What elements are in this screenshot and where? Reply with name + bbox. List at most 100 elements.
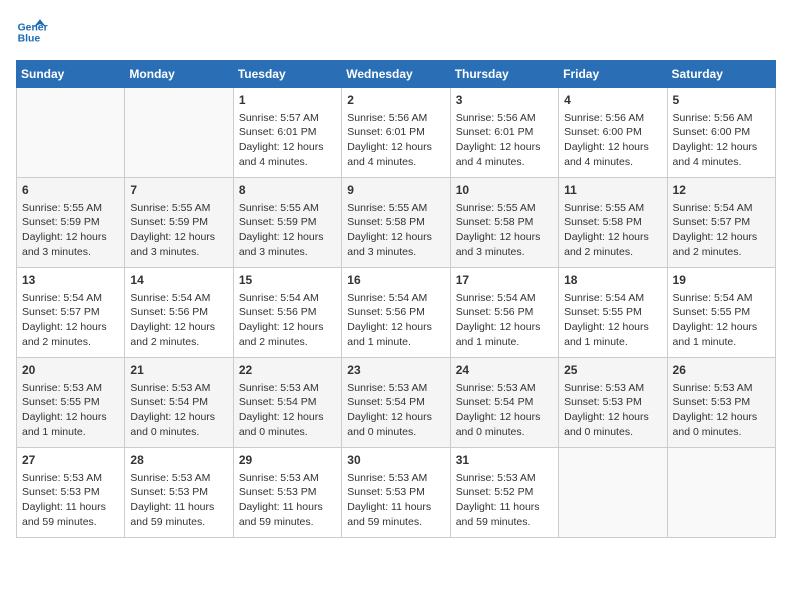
sunset-text: Sunset: 5:56 PM	[239, 305, 336, 320]
day-number: 17	[456, 272, 553, 289]
day-number: 6	[22, 182, 119, 199]
svg-text:Blue: Blue	[18, 34, 41, 45]
calendar-cell	[667, 448, 775, 538]
daylight-text: Daylight: 12 hours and 2 minutes.	[22, 320, 119, 349]
calendar-cell: 1Sunrise: 5:57 AMSunset: 6:01 PMDaylight…	[233, 88, 341, 178]
calendar-cell: 28Sunrise: 5:53 AMSunset: 5:53 PMDayligh…	[125, 448, 233, 538]
day-number: 22	[239, 362, 336, 379]
sunset-text: Sunset: 5:58 PM	[564, 215, 661, 230]
sunrise-text: Sunrise: 5:53 AM	[130, 471, 227, 486]
day-number: 8	[239, 182, 336, 199]
sunset-text: Sunset: 5:59 PM	[22, 215, 119, 230]
sunset-text: Sunset: 5:55 PM	[22, 395, 119, 410]
sunset-text: Sunset: 5:59 PM	[130, 215, 227, 230]
sunrise-text: Sunrise: 5:54 AM	[673, 291, 770, 306]
day-header-wednesday: Wednesday	[342, 61, 450, 88]
calendar-cell: 31Sunrise: 5:53 AMSunset: 5:52 PMDayligh…	[450, 448, 558, 538]
calendar-week-5: 27Sunrise: 5:53 AMSunset: 5:53 PMDayligh…	[17, 448, 776, 538]
sunset-text: Sunset: 6:01 PM	[347, 125, 444, 140]
day-number: 28	[130, 452, 227, 469]
sunset-text: Sunset: 5:54 PM	[239, 395, 336, 410]
daylight-text: Daylight: 12 hours and 1 minute.	[673, 320, 770, 349]
sunrise-text: Sunrise: 5:53 AM	[130, 381, 227, 396]
day-number: 25	[564, 362, 661, 379]
sunset-text: Sunset: 5:54 PM	[130, 395, 227, 410]
daylight-text: Daylight: 12 hours and 3 minutes.	[347, 230, 444, 259]
day-number: 24	[456, 362, 553, 379]
sunset-text: Sunset: 5:57 PM	[673, 215, 770, 230]
day-number: 20	[22, 362, 119, 379]
day-number: 19	[673, 272, 770, 289]
day-number: 13	[22, 272, 119, 289]
sunrise-text: Sunrise: 5:55 AM	[239, 201, 336, 216]
day-number: 16	[347, 272, 444, 289]
sunrise-text: Sunrise: 5:54 AM	[239, 291, 336, 306]
day-number: 31	[456, 452, 553, 469]
sunrise-text: Sunrise: 5:55 AM	[564, 201, 661, 216]
calendar-cell: 18Sunrise: 5:54 AMSunset: 5:55 PMDayligh…	[559, 268, 667, 358]
daylight-text: Daylight: 11 hours and 59 minutes.	[22, 500, 119, 529]
sunset-text: Sunset: 5:54 PM	[456, 395, 553, 410]
calendar-cell: 5Sunrise: 5:56 AMSunset: 6:00 PMDaylight…	[667, 88, 775, 178]
sunrise-text: Sunrise: 5:55 AM	[456, 201, 553, 216]
daylight-text: Daylight: 12 hours and 1 minute.	[564, 320, 661, 349]
daylight-text: Daylight: 12 hours and 3 minutes.	[130, 230, 227, 259]
sunset-text: Sunset: 5:53 PM	[564, 395, 661, 410]
daylight-text: Daylight: 12 hours and 2 minutes.	[564, 230, 661, 259]
daylight-text: Daylight: 11 hours and 59 minutes.	[456, 500, 553, 529]
sunset-text: Sunset: 5:56 PM	[347, 305, 444, 320]
calendar-cell: 10Sunrise: 5:55 AMSunset: 5:58 PMDayligh…	[450, 178, 558, 268]
sunrise-text: Sunrise: 5:54 AM	[673, 201, 770, 216]
sunset-text: Sunset: 6:01 PM	[456, 125, 553, 140]
sunrise-text: Sunrise: 5:55 AM	[130, 201, 227, 216]
calendar-table: SundayMondayTuesdayWednesdayThursdayFrid…	[16, 60, 776, 538]
daylight-text: Daylight: 12 hours and 0 minutes.	[456, 410, 553, 439]
calendar-cell	[125, 88, 233, 178]
logo-icon: General Blue	[16, 16, 48, 48]
sunrise-text: Sunrise: 5:53 AM	[673, 381, 770, 396]
daylight-text: Daylight: 12 hours and 2 minutes.	[130, 320, 227, 349]
sunrise-text: Sunrise: 5:54 AM	[456, 291, 553, 306]
daylight-text: Daylight: 12 hours and 0 minutes.	[673, 410, 770, 439]
sunset-text: Sunset: 5:56 PM	[456, 305, 553, 320]
calendar-cell: 22Sunrise: 5:53 AMSunset: 5:54 PMDayligh…	[233, 358, 341, 448]
sunrise-text: Sunrise: 5:54 AM	[564, 291, 661, 306]
day-number: 14	[130, 272, 227, 289]
calendar-cell: 6Sunrise: 5:55 AMSunset: 5:59 PMDaylight…	[17, 178, 125, 268]
calendar-body: 1Sunrise: 5:57 AMSunset: 6:01 PMDaylight…	[17, 88, 776, 538]
calendar-cell: 13Sunrise: 5:54 AMSunset: 5:57 PMDayligh…	[17, 268, 125, 358]
sunset-text: Sunset: 5:53 PM	[22, 485, 119, 500]
day-number: 11	[564, 182, 661, 199]
calendar-cell: 7 Sunrise: 5:55 AMSunset: 5:59 PMDaylight…	[125, 178, 233, 268]
calendar-week-3: 13Sunrise: 5:54 AMSunset: 5:57 PMDayligh…	[17, 268, 776, 358]
day-number: 15	[239, 272, 336, 289]
sunset-text: Sunset: 5:53 PM	[347, 485, 444, 500]
sunrise-text: Sunrise: 5:53 AM	[347, 381, 444, 396]
sunrise-text: Sunrise: 5:56 AM	[456, 111, 553, 126]
day-header-friday: Friday	[559, 61, 667, 88]
calendar-week-4: 20Sunrise: 5:53 AMSunset: 5:55 PMDayligh…	[17, 358, 776, 448]
page-header: General Blue	[16, 16, 776, 48]
calendar-cell: 29Sunrise: 5:53 AMSunset: 5:53 PMDayligh…	[233, 448, 341, 538]
daylight-text: Daylight: 11 hours and 59 minutes.	[239, 500, 336, 529]
daylight-text: Daylight: 12 hours and 0 minutes.	[130, 410, 227, 439]
calendar-cell: 26Sunrise: 5:53 AMSunset: 5:53 PMDayligh…	[667, 358, 775, 448]
calendar-cell: 16Sunrise: 5:54 AMSunset: 5:56 PMDayligh…	[342, 268, 450, 358]
day-number: 2	[347, 92, 444, 109]
day-number: 7	[130, 182, 227, 199]
day-number: 23	[347, 362, 444, 379]
daylight-text: Daylight: 12 hours and 4 minutes.	[239, 140, 336, 169]
sunrise-text: Sunrise: 5:53 AM	[347, 471, 444, 486]
sunset-text: Sunset: 6:01 PM	[239, 125, 336, 140]
sunset-text: Sunset: 5:59 PM	[239, 215, 336, 230]
day-number: 9	[347, 182, 444, 199]
sunset-text: Sunset: 6:00 PM	[564, 125, 661, 140]
sunrise-text: Sunrise: 5:53 AM	[22, 381, 119, 396]
day-number: 10	[456, 182, 553, 199]
day-number: 18	[564, 272, 661, 289]
sunrise-text: Sunrise: 5:53 AM	[239, 471, 336, 486]
calendar-cell: 19Sunrise: 5:54 AMSunset: 5:55 PMDayligh…	[667, 268, 775, 358]
daylight-text: Daylight: 12 hours and 2 minutes.	[673, 230, 770, 259]
sunrise-text: Sunrise: 5:56 AM	[347, 111, 444, 126]
day-number: 21	[130, 362, 227, 379]
